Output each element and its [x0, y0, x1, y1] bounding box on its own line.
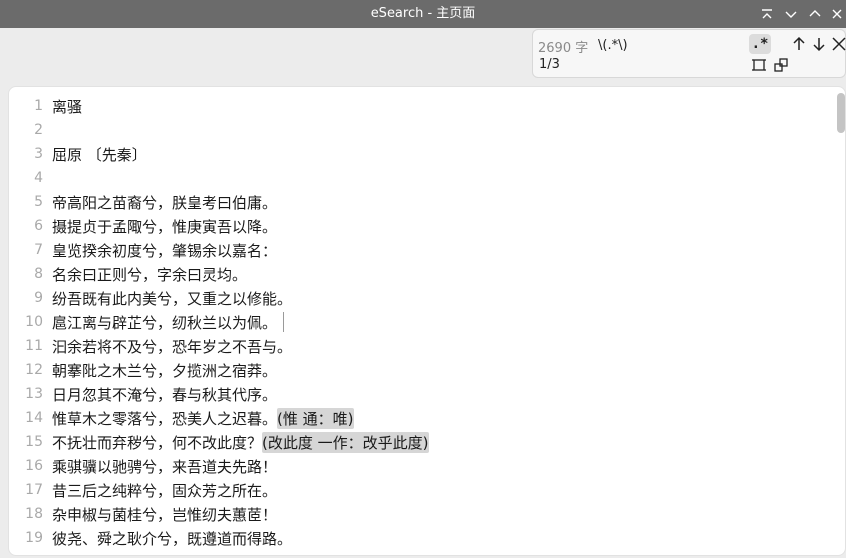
line-number: 12: [25, 362, 43, 378]
close-icon: [832, 9, 842, 19]
editor-line[interactable]: 9 纷吾既有此内美兮，又重之以修能。: [9, 286, 829, 310]
editor-line[interactable]: 2: [9, 118, 829, 142]
editor-line[interactable]: 11 汩余若将不及兮，恐年岁之不吾与。: [9, 334, 829, 358]
line-text: 昔三后之纯粹兮，固众芳之所在。: [52, 481, 278, 500]
line-text: 帝高阳之苗裔兮，朕皇考曰伯庸。: [52, 193, 278, 212]
regex-icon: .*: [751, 36, 769, 52]
char-count: 2690 字: [538, 41, 589, 56]
maximize-button[interactable]: [806, 5, 824, 23]
scrollbar-thumb[interactable]: [837, 93, 845, 133]
line-number: 16: [25, 458, 43, 474]
chevron-down-icon: [785, 11, 797, 18]
line-text: 名余曰正则兮，字余曰灵均。: [52, 265, 248, 284]
line-number: 13: [25, 386, 43, 402]
close-button[interactable]: [828, 5, 846, 23]
editor-line[interactable]: 14 惟草木之零落兮，恐美人之迟暮。 (惟 通：唯): [9, 406, 829, 430]
line-number: 5: [34, 194, 43, 210]
line-number: 8: [34, 266, 43, 282]
editor-line[interactable]: 3 屈原 〔先秦〕: [9, 142, 829, 166]
line-text: 皇览揆余初度兮，肇锡余以嘉名：: [52, 241, 278, 260]
line-number: 11: [25, 338, 43, 354]
arrow-up-icon: [793, 36, 805, 50]
line-text: 惟草木之零落兮，恐美人之迟暮。: [52, 409, 278, 428]
arrow-down-icon: [813, 38, 825, 52]
line-number: 18: [25, 506, 43, 522]
close-search-button[interactable]: [829, 35, 846, 53]
regex-toggle-button[interactable]: .*: [749, 34, 771, 54]
selection-frame-icon: [752, 59, 766, 71]
select-range-button[interactable]: [749, 56, 769, 74]
line-number: 15: [25, 434, 43, 450]
text-editor[interactable]: 1 离骚 2 3 屈原 〔先秦〕 4 5 帝高阳之苗裔兮，朕皇考曰伯庸。 6 摄提贞于孟陬兮，惟庚…: [8, 86, 846, 556]
line-number: 17: [25, 482, 43, 498]
editor-line[interactable]: 12 朝搴阰之木兰兮，夕揽洲之宿莽。: [9, 358, 829, 382]
editor-line[interactable]: 15 不抚壮而弃秽兮，何不改此度？ (改此度 一作：改乎此度): [9, 430, 829, 454]
editor-line[interactable]: 19 彼尧、舜之耿介兮，既遵道而得路。: [9, 526, 829, 550]
line-text: 杂申椒与菌桂兮，岂惟纫夫蕙茝！: [52, 505, 278, 524]
text-caret: [283, 312, 285, 332]
line-text: 摄提贞于孟陬兮，惟庚寅吾以降。: [52, 217, 278, 236]
editor-line[interactable]: 1 离骚: [9, 94, 829, 118]
line-text: 日月忽其不淹兮，春与秋其代序。: [52, 385, 278, 404]
line-text: 不抚壮而弃秽兮，何不改此度？: [52, 433, 263, 452]
line-number: 19: [25, 530, 43, 546]
line-number: 4: [34, 170, 43, 186]
window-title: eSearch - 主页面: [370, 6, 476, 21]
replace-icon: [774, 58, 788, 72]
line-number: 14: [25, 410, 43, 426]
line-text: 汩余若将不及兮，恐年岁之不吾与。: [52, 337, 293, 356]
close-icon: [832, 37, 846, 51]
chevron-up-icon: [809, 10, 821, 17]
line-number: 1: [34, 98, 43, 114]
line-text: 离骚: [52, 97, 83, 116]
search-input[interactable]: [598, 36, 738, 54]
line-text: 扈江离与辟芷兮，纫秋兰以为佩。: [52, 313, 278, 332]
editor-line[interactable]: 7 皇览揆余初度兮，肇锡余以嘉名：: [9, 238, 829, 262]
line-number: 7: [34, 242, 43, 258]
title-bar: eSearch - 主页面: [0, 0, 846, 28]
editor-line[interactable]: 5 帝高阳之苗裔兮，朕皇考曰伯庸。: [9, 190, 829, 214]
editor-line[interactable]: 8 名余曰正则兮，字余曰灵均。: [9, 262, 829, 286]
next-match-button[interactable]: [809, 35, 829, 53]
replace-button[interactable]: [771, 56, 791, 74]
line-text: 彼尧、舜之耿介兮，既遵道而得路。: [52, 529, 293, 548]
editor-line[interactable]: 4: [9, 166, 829, 190]
pin-top-button[interactable]: [758, 5, 776, 23]
line-number: 3: [34, 146, 43, 162]
editor-line[interactable]: 13 日月忽其不淹兮，春与秋其代序。: [9, 382, 829, 406]
search-panel: 2690 字 1/3 .*: [532, 29, 846, 78]
line-text: 乘骐骥以驰骋兮，来吾道夫先路！: [52, 457, 278, 476]
editor-line[interactable]: 6 摄提贞于孟陬兮，惟庚寅吾以降。: [9, 214, 829, 238]
line-text: 纷吾既有此内美兮，又重之以修能。: [52, 289, 293, 308]
match-position: 1/3: [539, 57, 560, 72]
line-number: 6: [34, 218, 43, 234]
editor-line[interactable]: 16 乘骐骥以驰骋兮，来吾道夫先路！: [9, 454, 829, 478]
line-number: 10: [25, 314, 43, 330]
line-number: 9: [34, 290, 43, 306]
line-text: 朝搴阰之木兰兮，夕揽洲之宿莽。: [52, 361, 278, 380]
search-match-highlight: (惟 通：唯): [277, 407, 354, 429]
prev-match-button[interactable]: [789, 35, 809, 53]
line-text: 屈原 〔先秦〕: [52, 145, 147, 164]
search-match-highlight: (改此度 一作：改乎此度): [262, 431, 429, 453]
editor-line[interactable]: 18 杂申椒与菌桂兮，岂惟纫夫蕙茝！: [9, 502, 829, 526]
minimize-button[interactable]: [782, 5, 800, 23]
double-chevron-up-icon: [762, 9, 772, 19]
editor-line[interactable]: 10 扈江离与辟芷兮，纫秋兰以为佩。: [9, 310, 829, 334]
editor-line[interactable]: 17 昔三后之纯粹兮，固众芳之所在。: [9, 478, 829, 502]
line-number: 2: [34, 122, 43, 138]
